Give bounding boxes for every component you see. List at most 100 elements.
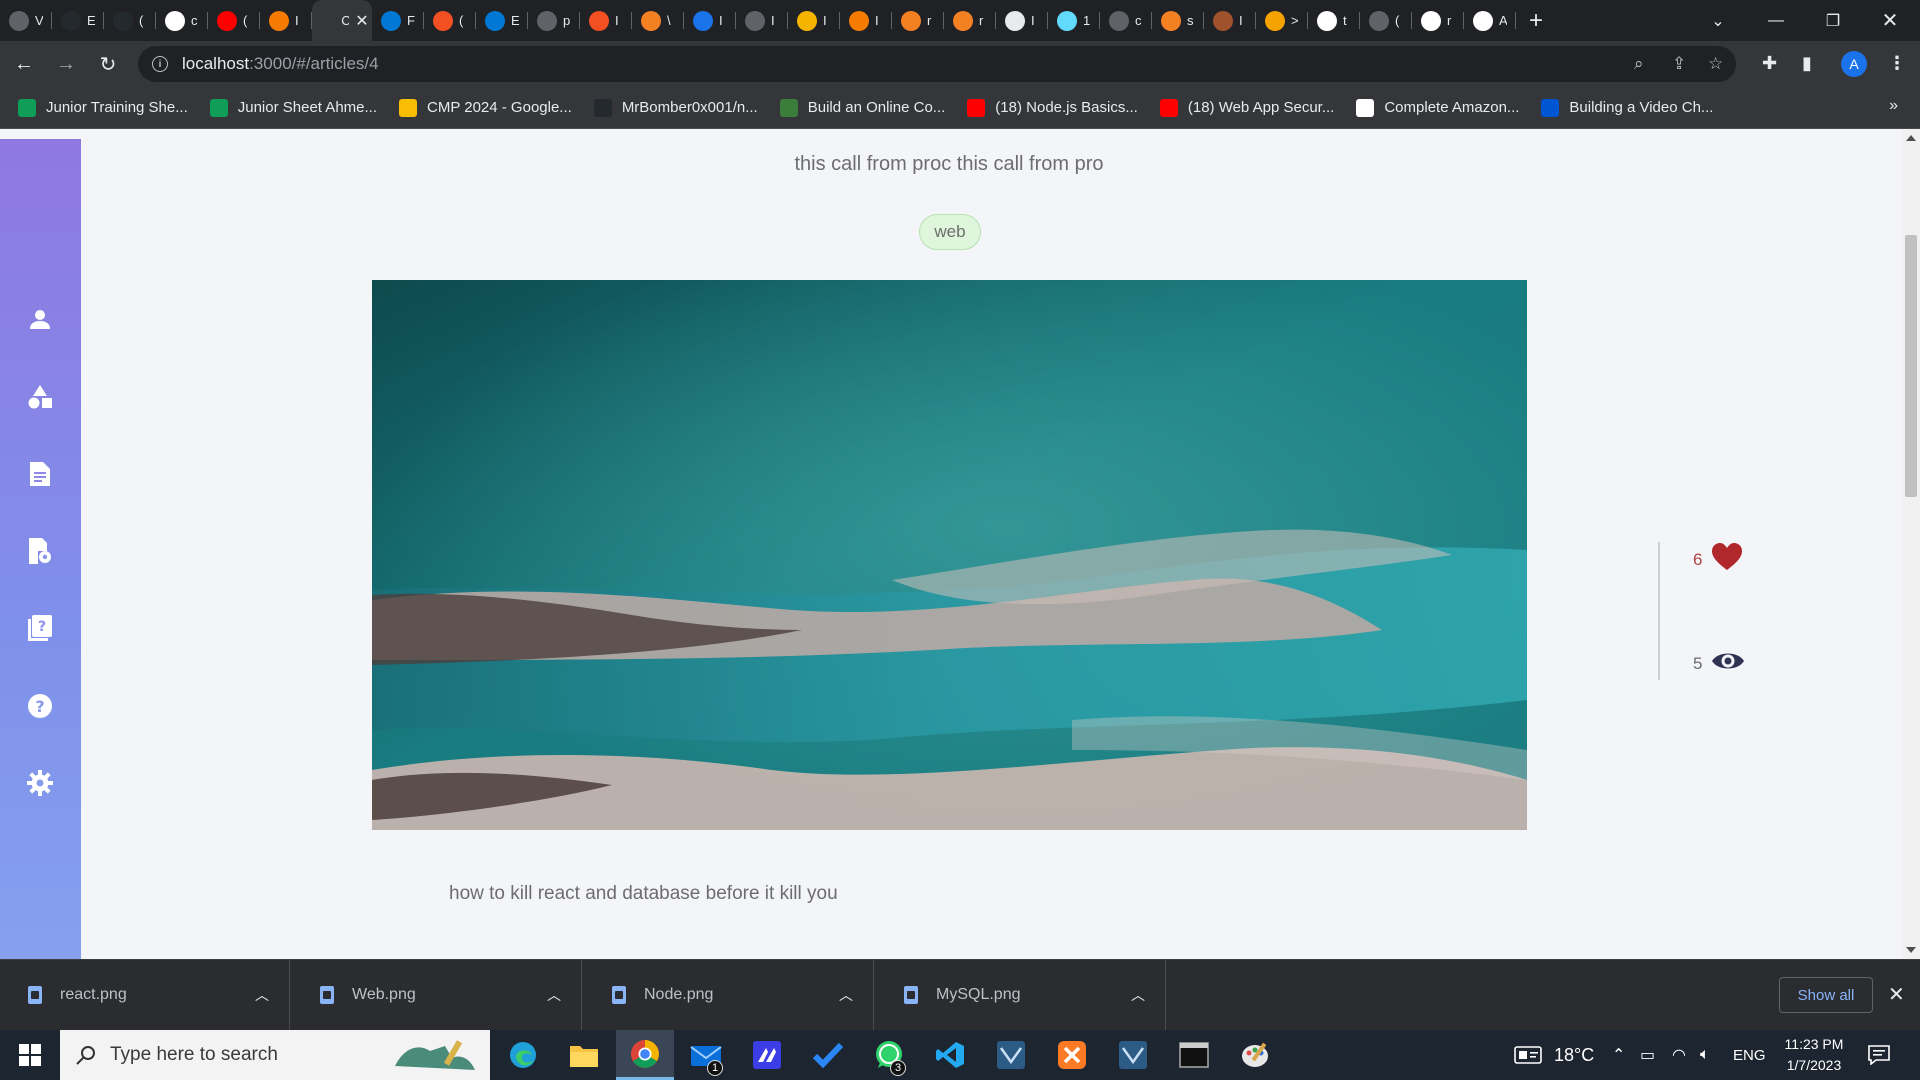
browser-tab[interactable]: ( — [208, 0, 260, 41]
menu-icon[interactable]: ⋮ — [1888, 53, 1906, 74]
bookmark-item[interactable]: (18) Node.js Basics... — [967, 98, 1138, 117]
minimize-button[interactable]: — — [1748, 0, 1804, 41]
article-tag[interactable]: web — [919, 214, 981, 250]
download-item[interactable]: Web.png ︿ — [292, 960, 582, 1030]
chevron-up-icon[interactable]: ︿ — [1131, 985, 1145, 1005]
bookmark-item[interactable]: Building a Video Ch... — [1541, 98, 1713, 117]
browser-tab[interactable]: r — [1412, 0, 1464, 41]
browser-tab[interactable]: r — [892, 0, 944, 41]
browser-tab[interactable]: V — [0, 0, 52, 41]
chevron-up-icon[interactable]: ︿ — [547, 985, 561, 1005]
browser-tab[interactable]: ( — [104, 0, 156, 41]
browser-tab[interactable]: ( — [424, 0, 476, 41]
browser-tab[interactable]: F — [372, 0, 424, 41]
settings-icon[interactable] — [26, 769, 54, 797]
browser-tab[interactable]: I — [840, 0, 892, 41]
browser-tab[interactable]: 1 — [1048, 0, 1100, 41]
restore-button[interactable]: ❐ — [1805, 0, 1861, 41]
tab-search-button[interactable]: ⌄ — [1690, 0, 1746, 41]
browser-tab[interactable]: \ — [632, 0, 684, 41]
browser-tab[interactable]: c — [1100, 0, 1152, 41]
language-indicator[interactable]: ENG — [1733, 1030, 1766, 1080]
xampp-app-icon[interactable] — [1043, 1030, 1101, 1080]
mysql-workbench-icon[interactable] — [982, 1030, 1040, 1080]
weather-widget[interactable]: 18°C — [1514, 1030, 1594, 1080]
show-all-downloads-button[interactable]: Show all — [1779, 977, 1873, 1013]
new-tab-button[interactable]: + — [1516, 1, 1556, 41]
chrome-app-icon[interactable] — [616, 1030, 674, 1080]
bookmark-item[interactable]: MrBomber0x001/n... — [593, 98, 758, 117]
close-tab-icon[interactable]: ✕ — [355, 11, 368, 31]
battery-icon[interactable]: ▭ — [1640, 1030, 1655, 1080]
browser-tab[interactable]: E — [476, 0, 528, 41]
browser-tab[interactable]: I — [1204, 0, 1256, 41]
browser-tab[interactable]: I — [996, 0, 1048, 41]
browser-tab[interactable]: I — [580, 0, 632, 41]
more-bookmarks-icon[interactable]: » — [1889, 97, 1898, 115]
document-settings-icon[interactable] — [26, 537, 54, 565]
volume-icon[interactable]: 🔈︎ — [1700, 1030, 1710, 1080]
scroll-up-arrow[interactable] — [1906, 135, 1916, 141]
system-clock[interactable]: 11:23 PM 1/7/2023 — [1766, 1034, 1862, 1076]
mysql-workbench-icon-2[interactable] — [1104, 1030, 1162, 1080]
download-item[interactable]: react.png ︿ — [0, 960, 290, 1030]
zoom-icon[interactable]: ⌕ — [1634, 54, 1644, 74]
address-bar[interactable]: i localhost:3000/#/articles/4 ⌕ ⇪ ☆ — [138, 46, 1736, 82]
close-window-button[interactable]: ✕ — [1862, 0, 1918, 41]
bookmark-item[interactable]: Build an Online Co... — [779, 98, 945, 117]
site-info-icon[interactable]: i — [152, 56, 168, 72]
shapes-icon[interactable] — [26, 383, 54, 411]
help-icon[interactable]: ? — [26, 692, 54, 720]
forward-button[interactable]: → — [48, 46, 84, 82]
browser-tab[interactable]: p — [528, 0, 580, 41]
scroll-down-arrow[interactable] — [1906, 947, 1916, 953]
user-icon[interactable] — [26, 305, 54, 333]
whatsapp-app-icon[interactable]: 3 — [860, 1030, 918, 1080]
download-item[interactable]: MySQL.png ︿ — [876, 960, 1166, 1030]
chevron-up-icon[interactable]: ︿ — [255, 985, 269, 1005]
bookmark-item[interactable]: CMP 2024 - Google... — [399, 98, 572, 117]
back-button[interactable]: ← — [6, 46, 42, 82]
browser-tab[interactable]: I — [788, 0, 840, 41]
browser-tab[interactable]: I — [684, 0, 736, 41]
bookmark-item[interactable]: Junior Sheet Ahme... — [209, 98, 377, 117]
bookmark-item[interactable]: (18) Web App Secur... — [1159, 98, 1334, 117]
close-downloads-icon[interactable]: ✕ — [1888, 982, 1905, 1007]
show-hidden-icons[interactable]: ⌃ — [1612, 1030, 1625, 1080]
file-explorer-icon[interactable] — [555, 1030, 613, 1080]
vs-app-icon[interactable] — [738, 1030, 796, 1080]
mail-app-icon[interactable]: 1 — [677, 1030, 735, 1080]
browser-tab[interactable]: E — [52, 0, 104, 41]
terminal-app-icon[interactable] — [1165, 1030, 1223, 1080]
browser-tab[interactable]: I — [260, 0, 312, 41]
document-icon[interactable] — [26, 460, 54, 488]
page-scrollbar[interactable] — [1902, 129, 1920, 959]
chevron-up-icon[interactable]: ︿ — [839, 985, 853, 1005]
share-icon[interactable]: ⇪ — [1672, 54, 1686, 74]
browser-tab[interactable]: c — [156, 0, 208, 41]
windows-start-icon[interactable] — [0, 1030, 60, 1080]
active-tab[interactable]: C ✕ — [312, 0, 372, 41]
browser-tab[interactable]: > — [1256, 0, 1308, 41]
wifi-icon[interactable]: ◠ — [1672, 1030, 1686, 1080]
bookmark-star-icon[interactable]: ☆ — [1708, 54, 1723, 74]
taskbar-search-box[interactable]: Type here to search — [60, 1030, 490, 1080]
extensions-icon[interactable]: ✚ — [1762, 53, 1777, 74]
heart-icon[interactable] — [1712, 543, 1743, 576]
scrollbar-thumb[interactable] — [1905, 235, 1917, 497]
notifications-icon[interactable] — [1868, 1030, 1890, 1080]
browser-tab[interactable]: I — [736, 0, 788, 41]
likes-stat[interactable]: 6 — [1693, 543, 1743, 576]
browser-tab[interactable]: t — [1308, 0, 1360, 41]
todo-app-icon[interactable] — [799, 1030, 857, 1080]
browser-tab[interactable]: s — [1152, 0, 1204, 41]
bookmark-item[interactable]: Junior Training She... — [18, 98, 188, 117]
browser-tab[interactable]: ( — [1360, 0, 1412, 41]
reload-button[interactable]: ↻ — [90, 46, 126, 82]
browser-tab[interactable]: A — [1464, 0, 1516, 41]
paint-app-icon[interactable] — [1226, 1030, 1284, 1080]
side-panel-icon[interactable]: ▮ — [1802, 53, 1812, 74]
profile-avatar[interactable]: A — [1841, 51, 1867, 77]
bookmark-item[interactable]: Complete Amazon... — [1356, 98, 1519, 117]
download-item[interactable]: Node.png ︿ — [584, 960, 874, 1030]
